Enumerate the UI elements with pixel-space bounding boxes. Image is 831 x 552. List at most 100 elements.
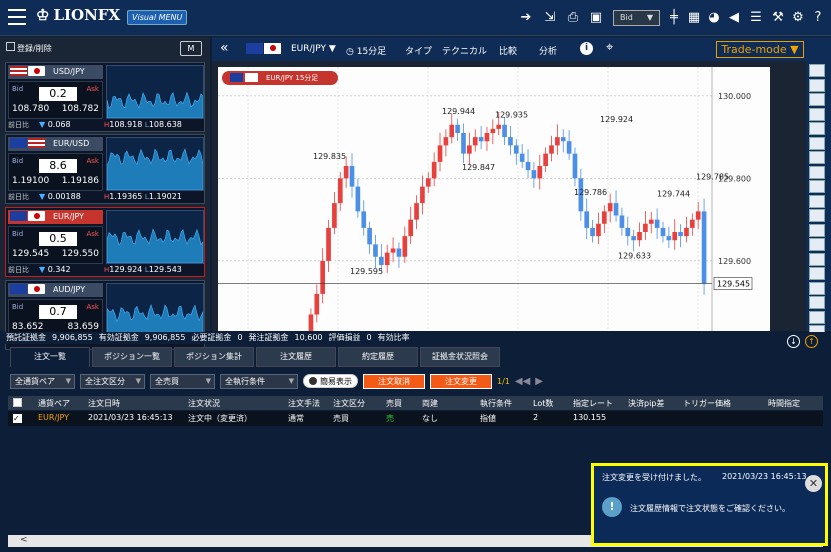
cursor-tool-icon[interactable] bbox=[809, 122, 825, 135]
exec-filter-select[interactable]: 全執行条件 bbox=[220, 373, 298, 389]
hand-tool-icon[interactable] bbox=[809, 194, 825, 208]
column-header[interactable]: 注文状況 bbox=[188, 398, 220, 409]
zoom-tool-icon[interactable] bbox=[809, 252, 825, 266]
column-header[interactable]: Lot数 bbox=[533, 398, 553, 409]
pie-chart-icon[interactable]: ◕ bbox=[706, 10, 722, 26]
table-cell: 2021/03/23 16:45:13 bbox=[88, 413, 173, 422]
table-row[interactable]: ✓ EUR/JPY 2021/03/23 16:45:13 注文中（変更済） 通常 売買 売… bbox=[8, 411, 823, 426]
help-icon[interactable]: ? bbox=[810, 10, 826, 26]
line-tool-icon[interactable] bbox=[809, 136, 825, 150]
crosshair-icon[interactable]: ⌖ bbox=[606, 40, 613, 55]
channel-tool-icon[interactable] bbox=[809, 209, 825, 222]
tab-3[interactable]: 注文履歴 bbox=[256, 347, 336, 367]
select-all-checkbox[interactable] bbox=[13, 398, 22, 407]
hamburger-menu-icon[interactable] bbox=[8, 9, 26, 25]
ruler-tool-icon[interactable] bbox=[809, 281, 825, 295]
column-header[interactable]: 注文日時 bbox=[88, 398, 120, 409]
visual-menu-button[interactable]: Visual MENU bbox=[127, 10, 188, 25]
hline-tool-icon[interactable] bbox=[809, 165, 825, 179]
scroll-left-icon[interactable]: < bbox=[20, 535, 28, 545]
eraser-tool-icon[interactable] bbox=[809, 267, 825, 280]
ask-value[interactable]: 129.550 bbox=[62, 249, 99, 259]
column-header[interactable]: 時間指定 bbox=[768, 398, 800, 409]
bid-value[interactable]: 83.652 bbox=[12, 322, 44, 332]
save-icon[interactable]: ▣ bbox=[588, 10, 604, 26]
info-icon[interactable]: i bbox=[580, 42, 593, 55]
compare-button[interactable]: 比較 bbox=[499, 44, 517, 57]
row-checkbox[interactable]: ✓ bbox=[13, 414, 22, 423]
simple-view-toggle[interactable]: 簡易表示 bbox=[303, 374, 358, 388]
bid-value[interactable]: 129.545 bbox=[12, 249, 49, 259]
candle-chart[interactable]: 130.000129.800129.600129.545129.835129.9… bbox=[218, 67, 770, 331]
collapse-left-icon[interactable]: « bbox=[220, 40, 229, 56]
column-header[interactable]: 注文区分 bbox=[333, 398, 365, 409]
import-icon[interactable]: ⇲ bbox=[542, 10, 558, 26]
ask-value[interactable]: 1.19186 bbox=[62, 176, 99, 186]
scroll-down-icon[interactable]: ↓ bbox=[787, 335, 800, 348]
tab-1[interactable]: ポジション一覧 bbox=[92, 347, 172, 367]
pair-card[interactable]: USD/JPY Bid Ask 0.2 108.780 108.782 前日比 ▼ 0.068… bbox=[5, 62, 205, 132]
ask-value[interactable]: 83.659 bbox=[68, 322, 100, 332]
chart-pair-select[interactable]: EUR/JPY ▼ bbox=[291, 44, 336, 54]
technical-button[interactable]: テクニカル bbox=[442, 44, 487, 57]
column-header[interactable]: 指定レート bbox=[573, 398, 613, 409]
grid-icon[interactable]: ▦ bbox=[686, 10, 702, 26]
cancel-order-button[interactable]: 注文取消 bbox=[363, 373, 425, 389]
select-tool-icon[interactable] bbox=[809, 64, 825, 77]
column-header[interactable]: 注文手法 bbox=[288, 398, 320, 409]
print-icon[interactable]: ⎙ bbox=[565, 10, 581, 26]
tab-2[interactable]: ポジション集計 bbox=[174, 347, 254, 367]
text-tool-icon[interactable] bbox=[809, 238, 825, 251]
pair-card[interactable]: EUR/USD Bid Ask 8.6 1.19100 1.19186 前日比 ▼ 0.001… bbox=[5, 134, 205, 204]
fib-tool-icon[interactable] bbox=[809, 223, 825, 237]
scroll-up-icon[interactable]: ↑ bbox=[805, 335, 818, 348]
side-filter-select[interactable]: 全売買 bbox=[150, 373, 215, 389]
tab-4[interactable]: 約定履歴 bbox=[338, 347, 418, 367]
analysis-button[interactable]: 分析 bbox=[539, 44, 557, 57]
column-header[interactable]: 通貨ペア bbox=[38, 398, 70, 409]
column-header[interactable]: 両建 bbox=[422, 398, 438, 409]
tab-0[interactable]: 注文一覧 bbox=[10, 347, 90, 367]
next-page-icon[interactable]: ▶ bbox=[535, 376, 543, 387]
export-icon[interactable]: ➔ bbox=[518, 10, 534, 26]
column-header[interactable]: 決済pip差 bbox=[628, 398, 664, 409]
quote-box[interactable]: Bid Ask 8.6 1.19100 1.19186 bbox=[8, 153, 103, 191]
bell-tool-icon[interactable] bbox=[809, 78, 825, 92]
sparkline[interactable] bbox=[106, 210, 204, 264]
order-type-filter-select[interactable]: 全注文区分 bbox=[80, 373, 145, 389]
quote-box[interactable]: Bid Ask 0.5 129.545 129.550 bbox=[8, 226, 103, 264]
chart-type-button[interactable]: タイプ bbox=[405, 44, 432, 57]
announce-icon[interactable]: ◀ bbox=[726, 10, 742, 26]
pair-filter-select[interactable]: 全通貨ペア bbox=[10, 373, 75, 389]
sparkline[interactable] bbox=[106, 137, 204, 191]
vline-tool-icon[interactable] bbox=[809, 180, 825, 193]
lock-tool-icon[interactable] bbox=[809, 310, 825, 324]
m-button[interactable]: M bbox=[180, 41, 202, 56]
trend-tool-icon[interactable] bbox=[809, 151, 825, 164]
bid-value[interactable]: 1.19100 bbox=[12, 176, 49, 186]
rate-panel-icon[interactable]: ╪ bbox=[666, 10, 682, 26]
pair-card[interactable]: EUR/JPY Bid Ask 0.5 129.545 129.550 前日比 ▼ 0.342… bbox=[5, 207, 205, 277]
trade-mode-button[interactable]: Trade-mode ▼ bbox=[716, 41, 804, 58]
column-header[interactable]: 執行条件 bbox=[480, 398, 512, 409]
bid-value[interactable]: 108.780 bbox=[12, 104, 49, 114]
column-header[interactable]: トリガー価格 bbox=[683, 398, 731, 409]
news-icon[interactable]: ☰ bbox=[748, 10, 764, 26]
register-delete-button[interactable]: 登録/削除 bbox=[6, 42, 206, 58]
quote-box[interactable]: Bid Ask 0.2 108.780 108.782 bbox=[8, 81, 103, 119]
ask-value[interactable]: 108.782 bbox=[62, 104, 99, 114]
modify-order-button[interactable]: 注文変更 bbox=[430, 373, 492, 389]
arrow-tool-icon[interactable] bbox=[809, 296, 825, 309]
bid-ask-select[interactable]: Bid ▼ bbox=[613, 10, 660, 26]
tools-icon[interactable]: ⚒ bbox=[770, 10, 786, 26]
alarm-tool-icon[interactable] bbox=[809, 93, 825, 106]
gear-icon[interactable]: ⚙ bbox=[790, 10, 806, 26]
sparkline[interactable] bbox=[106, 65, 204, 119]
timeframe-select[interactable]: ◷ 15分足 bbox=[346, 44, 386, 57]
column-header[interactable]: 売買 bbox=[386, 398, 402, 409]
move-tool-icon[interactable] bbox=[809, 107, 825, 121]
tab-5[interactable]: 証拠金状況照会 bbox=[420, 347, 500, 367]
sparkline[interactable] bbox=[106, 283, 204, 337]
prev-page-icon[interactable]: ◀◀ bbox=[515, 376, 530, 387]
close-icon[interactable]: ✕ bbox=[805, 475, 822, 492]
